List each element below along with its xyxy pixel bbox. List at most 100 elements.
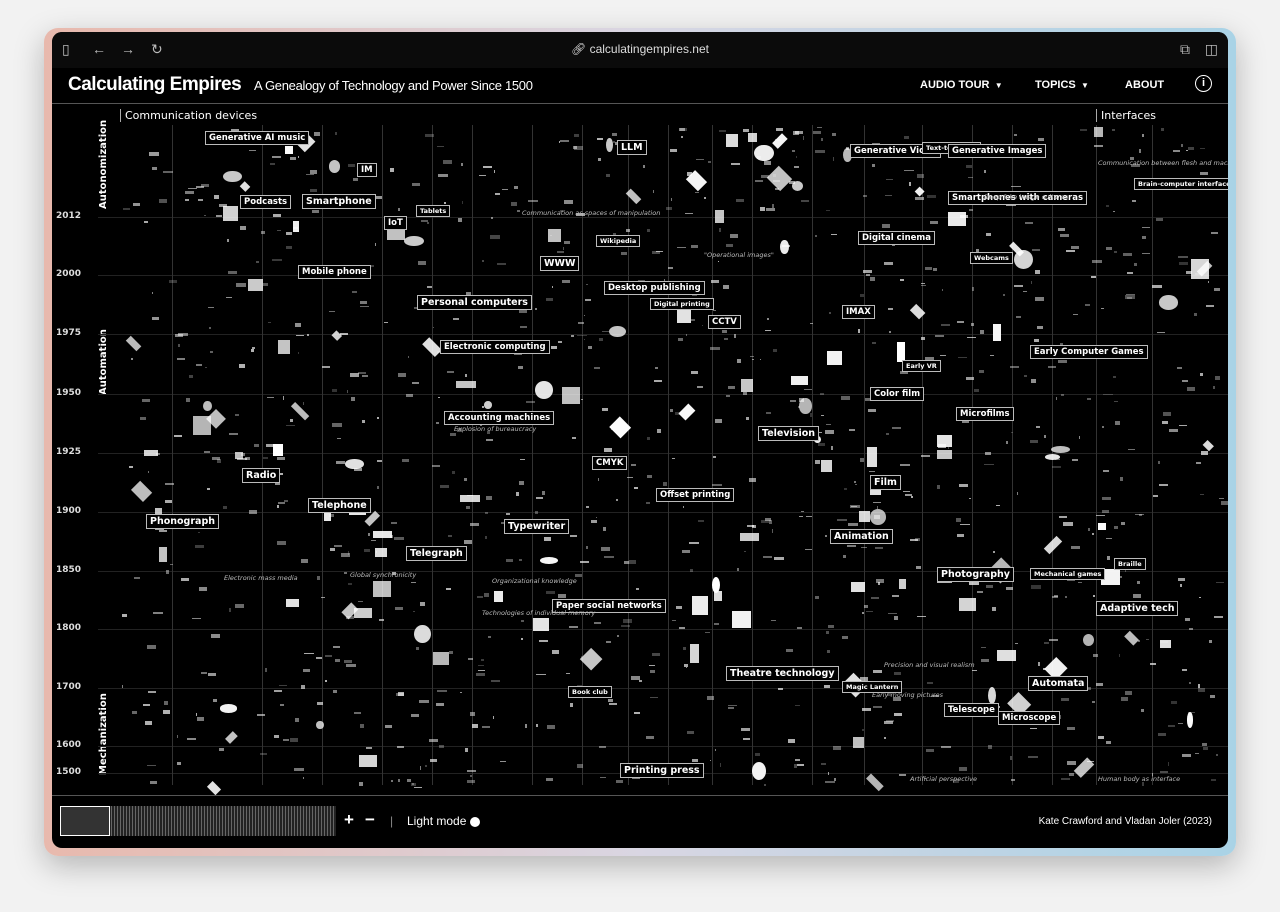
map-glyph (827, 650, 830, 654)
map-glyph (360, 305, 369, 307)
map-glyph (904, 493, 913, 496)
map-glyph (277, 340, 291, 355)
year-tick: 1950 (56, 388, 82, 398)
map-glyph (894, 671, 901, 676)
map-glyph (254, 444, 259, 448)
map-label[interactable]: Book club (568, 686, 612, 698)
map-label[interactable]: WWW (540, 256, 580, 271)
map-glyph (1213, 616, 1224, 619)
map-label[interactable]: Generative Images (948, 144, 1047, 158)
map-glyph (496, 263, 506, 266)
map-label[interactable]: Electronic computing (440, 340, 550, 354)
map-glyph (298, 155, 300, 158)
era-mechanization: Mechanization (98, 693, 109, 775)
map-label[interactable]: Film (870, 475, 901, 490)
map-label[interactable]: Telegraph (406, 546, 467, 561)
map-glyph (424, 133, 435, 138)
map-label[interactable]: Braille (1114, 558, 1146, 570)
map-glyph (331, 388, 337, 393)
map-glyph (1066, 249, 1075, 253)
map-label[interactable]: Mobile phone (298, 265, 371, 279)
map-label[interactable]: Color film (870, 387, 925, 401)
map-glyph (605, 641, 611, 644)
minimap[interactable] (60, 806, 336, 836)
map-label[interactable]: Microfilms (956, 407, 1014, 421)
map-label[interactable]: Photography (937, 567, 1014, 582)
map-label[interactable]: Webcams (970, 252, 1013, 264)
minimap-viewport[interactable] (60, 806, 110, 836)
map-glyph (266, 396, 274, 398)
zoom-out-button[interactable]: − (365, 810, 375, 830)
map-label[interactable]: CCTV (708, 315, 741, 329)
map-label[interactable]: Television (758, 426, 820, 441)
map-glyph (898, 578, 907, 589)
split-view-icon[interactable]: ◫ (1205, 41, 1218, 57)
map-glyph (542, 490, 545, 495)
about-link[interactable]: ABOUT (1125, 79, 1164, 91)
map-glyph (375, 195, 382, 199)
map-label[interactable]: Wikipedia (596, 235, 641, 247)
map-glyph (791, 150, 796, 152)
map-glyph (437, 689, 447, 693)
year-gridline (98, 512, 1228, 513)
map-label[interactable]: Digital printing (650, 298, 714, 310)
audio-tour-menu[interactable]: AUDIO TOUR ▼ (920, 79, 1003, 91)
map-glyph (472, 724, 479, 728)
map-label[interactable]: Early VR (902, 360, 941, 372)
map-label[interactable]: Printing press (620, 763, 704, 778)
map-glyph (1080, 128, 1088, 132)
map-label[interactable]: Early Computer Games (1030, 345, 1148, 359)
map-label[interactable]: Automata (1028, 676, 1089, 691)
map-label[interactable]: Typewriter (504, 519, 570, 534)
map-label[interactable]: Smartphone (302, 194, 376, 209)
map-label[interactable]: Podcasts (240, 195, 292, 209)
map-glyph (1058, 360, 1068, 364)
map-glyph (915, 197, 925, 200)
info-circle-icon[interactable]: i (1195, 75, 1212, 92)
map-glyph (1119, 476, 1124, 481)
map-label[interactable]: Theatre technology (726, 666, 839, 681)
map-label[interactable]: Digital cinema (858, 231, 936, 245)
map-glyph (740, 379, 754, 393)
extensions-icon[interactable]: ⧉ (1180, 41, 1190, 57)
map-glyph (519, 558, 522, 561)
map-glyph (292, 220, 299, 232)
map-label[interactable]: IoT (384, 216, 407, 230)
map-label[interactable]: Offset printing (656, 488, 735, 502)
map-label[interactable]: Telescope (944, 703, 999, 717)
map-glyph (622, 618, 632, 623)
map-label[interactable]: Personal computers (417, 295, 532, 310)
light-mode-label[interactable]: Light mode (407, 814, 466, 828)
map-label[interactable]: IMAX (842, 305, 875, 319)
map-label[interactable]: CMYK (592, 456, 628, 470)
map-label[interactable]: Animation (830, 529, 893, 544)
timeline-map[interactable]: Communication devices Interfaces Autonom… (52, 105, 1228, 795)
map-glyph (515, 492, 520, 496)
map-glyph (914, 186, 925, 197)
map-glyph (536, 673, 547, 676)
map-label[interactable]: Adaptive tech (1096, 601, 1179, 616)
map-label[interactable]: Phonograph (146, 514, 220, 529)
era-automation: Automation (98, 329, 109, 395)
map-label[interactable]: IM (357, 163, 377, 177)
zoom-in-button[interactable]: + (344, 810, 354, 830)
map-annotation: Technologies of individual memory (482, 609, 596, 617)
map-label[interactable]: Radio (242, 468, 281, 483)
map-glyph (988, 745, 993, 749)
map-glyph (941, 288, 943, 292)
map-label[interactable]: Tablets (416, 205, 451, 217)
map-label[interactable]: Mechanical games (1030, 568, 1106, 580)
map-glyph (294, 767, 304, 772)
site-title[interactable]: Calculating Empires (68, 74, 242, 96)
light-mode-toggle[interactable] (470, 817, 480, 827)
map-label[interactable]: Microscope (998, 711, 1061, 725)
map-label[interactable]: Generative AI music (205, 131, 310, 145)
map-label[interactable]: Brain-computer interfaces (1134, 178, 1228, 190)
address-bar[interactable]: 🔗︎ calculatingempires.net (52, 42, 1228, 56)
topics-menu[interactable]: TOPICS ▼ (1035, 79, 1089, 91)
map-label[interactable]: Telephone (308, 498, 371, 513)
map-label[interactable]: Desktop publishing (604, 281, 705, 295)
map-label[interactable]: LLM (617, 140, 647, 155)
map-label[interactable]: Accounting machines (444, 411, 555, 425)
map-glyph (1179, 583, 1182, 588)
